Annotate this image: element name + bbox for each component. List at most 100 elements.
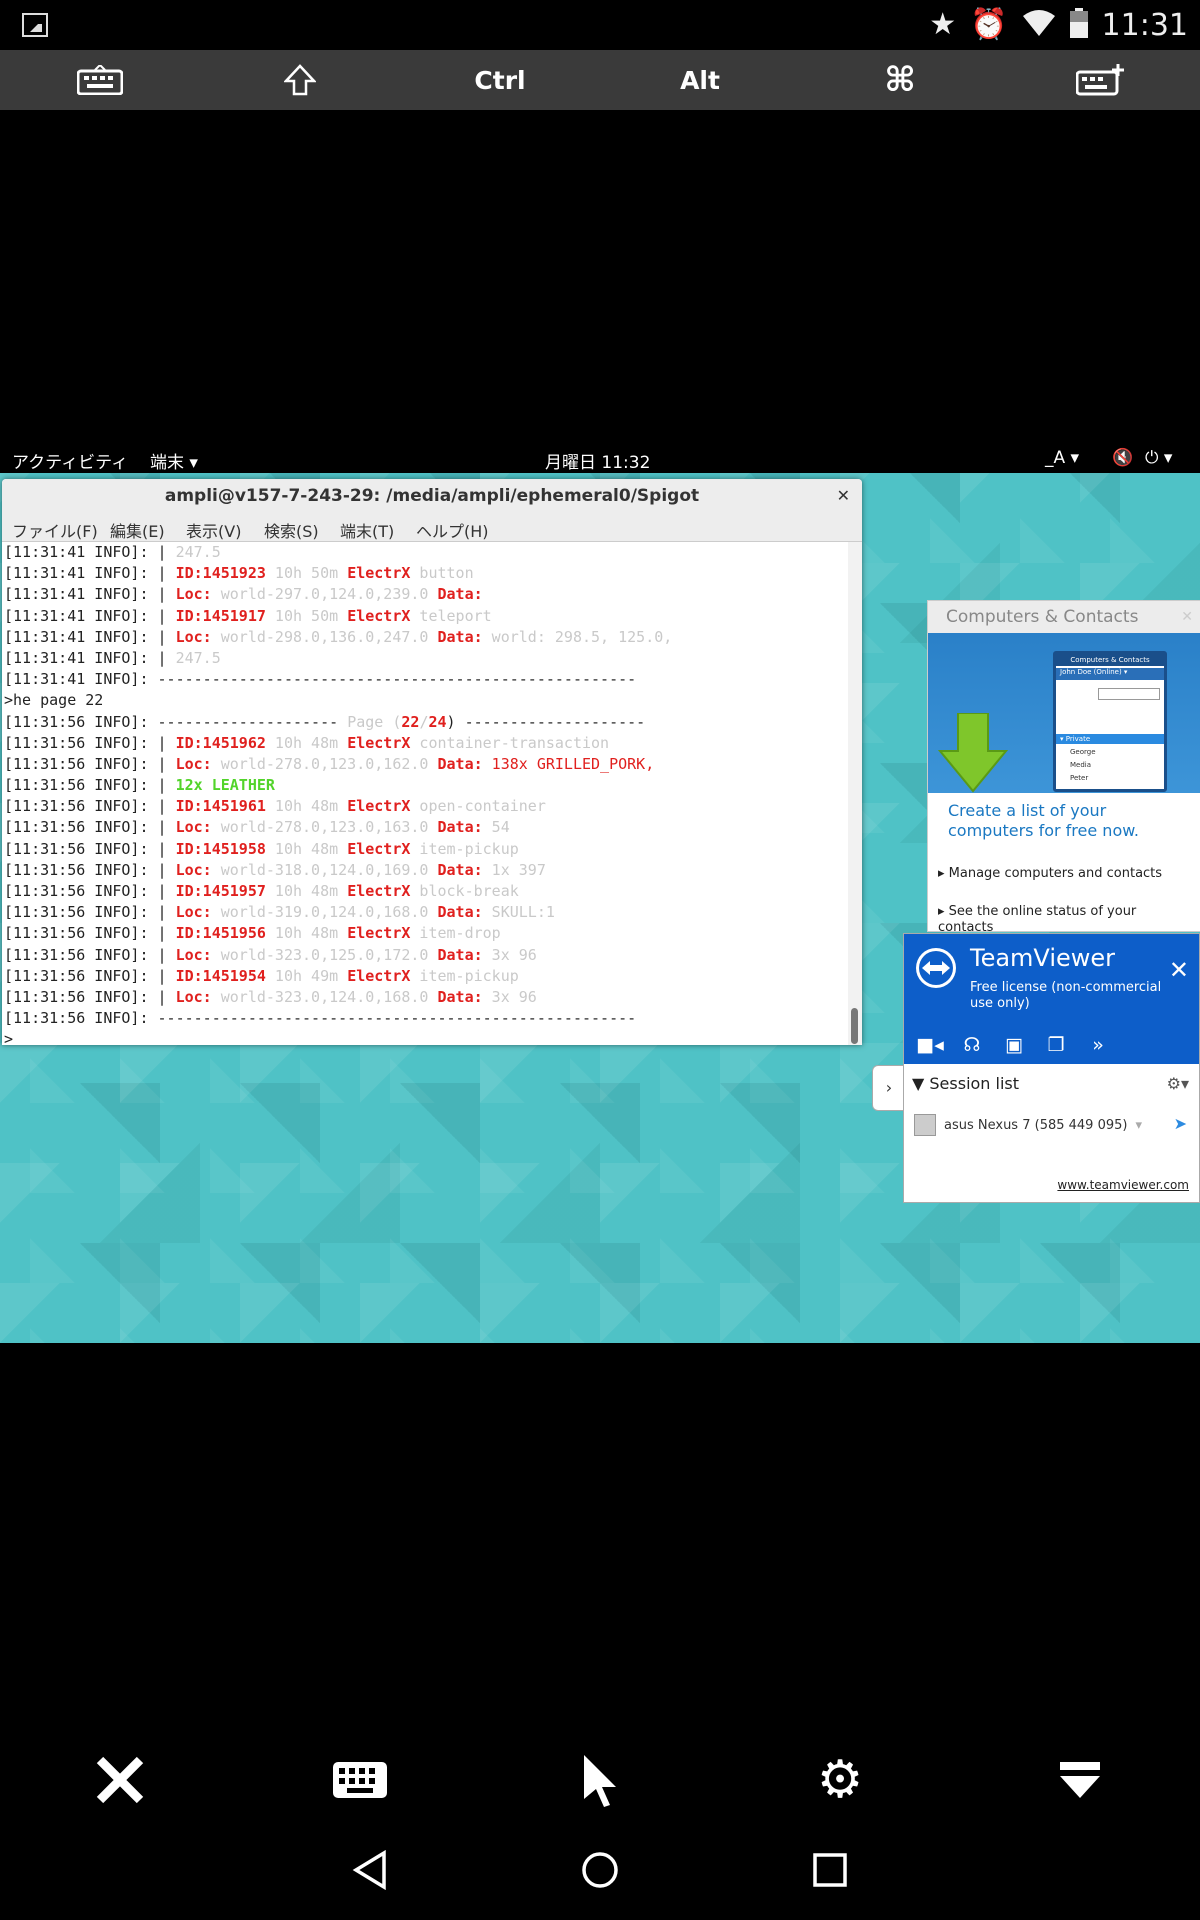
- terminal-segment: world-319.0,124.0,168.0: [211, 903, 438, 922]
- video-icon[interactable]: ■◂: [914, 1034, 946, 1056]
- terminal-scrollbar[interactable]: [848, 542, 862, 1045]
- status-bar: ★ ⏰ 11:31: [0, 0, 1200, 50]
- terminal-line: [11:31:56 INFO]: | ID:1451957 10h 48m El…: [2, 881, 848, 902]
- terminal-segment: |: [157, 543, 176, 561]
- wifi-icon: [1022, 9, 1056, 41]
- close-session-button[interactable]: [60, 1745, 180, 1815]
- terminal-line: [11:31:56 INFO]: | ID:1451954 10h 49m El…: [2, 966, 848, 987]
- terminal-segment: world-323.0,124.0,168.0: [211, 987, 438, 1006]
- remote-desktop[interactable]: アクティビティ 端末 ▾ 月曜日 11:32 _A ▾ 🔇 ⏻ ▾ ampli@…: [0, 443, 1200, 1343]
- menu-help[interactable]: ヘルプ(H): [416, 518, 489, 542]
- terminal-segment: item-drop: [410, 924, 501, 943]
- terminal-line: [11:31:56 INFO]: | ID:1451956 10h 48m El…: [2, 923, 848, 944]
- collapse-toolbar-button[interactable]: [1020, 1745, 1140, 1815]
- terminal-segment: world-298.0,136.0,247.0: [211, 627, 438, 646]
- menu-terminal[interactable]: 端末(T): [340, 518, 394, 542]
- menu-edit[interactable]: 編集(E): [110, 518, 165, 542]
- terminal-segment: 138x GRILLED_PORK,: [482, 754, 655, 773]
- alarm-icon: ⏰: [970, 7, 1008, 42]
- command-key[interactable]: ⌘: [840, 50, 960, 110]
- terminal-line: [11:31:56 INFO]: | ID:1451961 10h 48m El…: [2, 796, 848, 817]
- menu-view[interactable]: 表示(V): [186, 518, 241, 542]
- terminal-segment: ElectrX: [347, 733, 411, 752]
- recents-button[interactable]: [800, 1840, 860, 1900]
- more-icon[interactable]: »: [1082, 1034, 1114, 1056]
- chevron-down-icon[interactable]: ▾: [1135, 1118, 1142, 1133]
- recents-icon: [813, 1853, 847, 1887]
- terminal-segment: [11:31:41 INFO]:: [4, 585, 158, 604]
- pointer-button[interactable]: [540, 1745, 660, 1815]
- status-icons: ★ ⏰ 11:31: [929, 4, 1188, 46]
- volume-icon[interactable]: 🔇: [1112, 448, 1133, 468]
- chat-icon[interactable]: ▣: [998, 1034, 1030, 1056]
- files-icon[interactable]: ❐: [1040, 1034, 1072, 1056]
- terminal-segment: Data:: [437, 945, 483, 964]
- terminal-segment: container-transaction: [410, 733, 610, 752]
- terminal-segment: |: [157, 564, 176, 583]
- terminal-segment: ID:1451961: [175, 797, 266, 816]
- terminal-window[interactable]: ampli@v157-7-243-29: /media/ampli/epheme…: [2, 479, 862, 1045]
- back-button[interactable]: [340, 1840, 400, 1900]
- terminal-segment: ID:1451954: [175, 966, 266, 985]
- terminal-segment: ElectrX: [347, 797, 411, 816]
- terminal-title: ampli@v157-7-243-29: /media/ampli/epheme…: [2, 479, 862, 513]
- terminal-segment: 10h 48m: [265, 924, 348, 943]
- close-icon[interactable]: ✕: [837, 479, 850, 513]
- menu-search[interactable]: 検索(S): [264, 518, 319, 542]
- keyboard-add-button[interactable]: [1040, 50, 1160, 110]
- terminal-menubar: ファイル(F) 編集(E) 表示(V) 検索(S) 端末(T) ヘルプ(H): [2, 513, 862, 542]
- settings-button[interactable]: ⚙: [780, 1745, 900, 1815]
- terminal-line: [11:31:56 INFO]: -----------------------…: [2, 1008, 848, 1029]
- terminal-line: [11:31:56 INFO]: | Loc: world-323.0,124.…: [2, 987, 848, 1008]
- terminal-segment: ----------------------------------------…: [157, 1009, 637, 1028]
- home-button[interactable]: [570, 1840, 630, 1900]
- terminal-output[interactable]: [11:31:41 INFO]: | 247.5 [11:31:41 INFO]:…: [2, 542, 848, 1045]
- terminal-segment: Loc:: [175, 945, 212, 964]
- close-icon[interactable]: ✕: [1169, 956, 1189, 984]
- terminal-line: >: [2, 1029, 848, 1045]
- clock[interactable]: 月曜日 11:32: [545, 448, 650, 473]
- activities-button[interactable]: アクティビティ: [12, 448, 128, 473]
- terminal-segment: 10h 49m: [265, 966, 348, 985]
- keyboard-icon[interactable]: [40, 50, 160, 110]
- terminal-segment: ID:1451923: [175, 564, 266, 583]
- keyboard-button[interactable]: [300, 1745, 420, 1815]
- terminal-segment: |: [157, 924, 176, 943]
- terminal-segment: |: [157, 606, 176, 625]
- terminal-segment: 54: [482, 818, 510, 837]
- terminal-segment: [11:31:41 INFO]:: [4, 564, 158, 583]
- terminal-segment: ElectrX: [347, 966, 411, 985]
- cc-cta-link[interactable]: Create a list of your computers for free…: [948, 801, 1188, 841]
- menu-file[interactable]: ファイル(F): [12, 518, 98, 542]
- terminal-segment: Loc:: [175, 754, 212, 773]
- app-menu[interactable]: 端末 ▾: [150, 448, 198, 473]
- cc-illustration: Computers & Contacts John Doe (Online) ▾…: [928, 633, 1200, 793]
- ctrl-key[interactable]: Ctrl: [440, 50, 560, 110]
- close-icon: [96, 1756, 144, 1804]
- teamviewer-toolbar: ■◂ ☊ ▣ ❐ »: [904, 1027, 1199, 1063]
- session-list-header[interactable]: ▼ Session list: [912, 1074, 1019, 1093]
- gear-icon[interactable]: ⚙▾: [1167, 1074, 1189, 1093]
- expand-panel-tab[interactable]: ›: [872, 1065, 905, 1111]
- mini-contact: George: [1070, 748, 1096, 756]
- keyboard-add-icon: [1076, 64, 1124, 96]
- terminal-segment: [11:31:56 INFO]:: [4, 924, 158, 943]
- input-method-indicator[interactable]: _A ▾: [1045, 448, 1079, 468]
- power-menu[interactable]: ⏻ ▾: [1145, 448, 1172, 468]
- terminal-segment: ElectrX: [347, 882, 411, 900]
- teamviewer-link[interactable]: www.teamviewer.com: [1057, 1178, 1189, 1192]
- alt-key[interactable]: Alt: [640, 50, 760, 110]
- terminal-segment: world-323.0,125.0,172.0: [211, 945, 438, 964]
- mini-user: John Doe (Online) ▾: [1056, 668, 1164, 680]
- terminal-segment: world-278.0,123.0,162.0: [211, 754, 438, 773]
- scrollbar-thumb[interactable]: [851, 1008, 858, 1044]
- headset-icon[interactable]: ☊: [956, 1034, 988, 1056]
- terminal-segment: Data:: [437, 585, 483, 604]
- terminal-segment: ElectrX: [347, 924, 411, 943]
- close-icon[interactable]: ✕: [1181, 601, 1193, 633]
- cursor-icon[interactable]: ➤: [1174, 1114, 1187, 1133]
- session-device[interactable]: asus Nexus 7 (585 449 095) ▾: [914, 1114, 1142, 1136]
- shift-key[interactable]: [240, 50, 360, 110]
- terminal-line: [11:31:41 INFO]: | Loc: world-298.0,136.…: [2, 627, 848, 648]
- terminal-line: [11:31:56 INFO]: | Loc: world-319.0,124.…: [2, 902, 848, 923]
